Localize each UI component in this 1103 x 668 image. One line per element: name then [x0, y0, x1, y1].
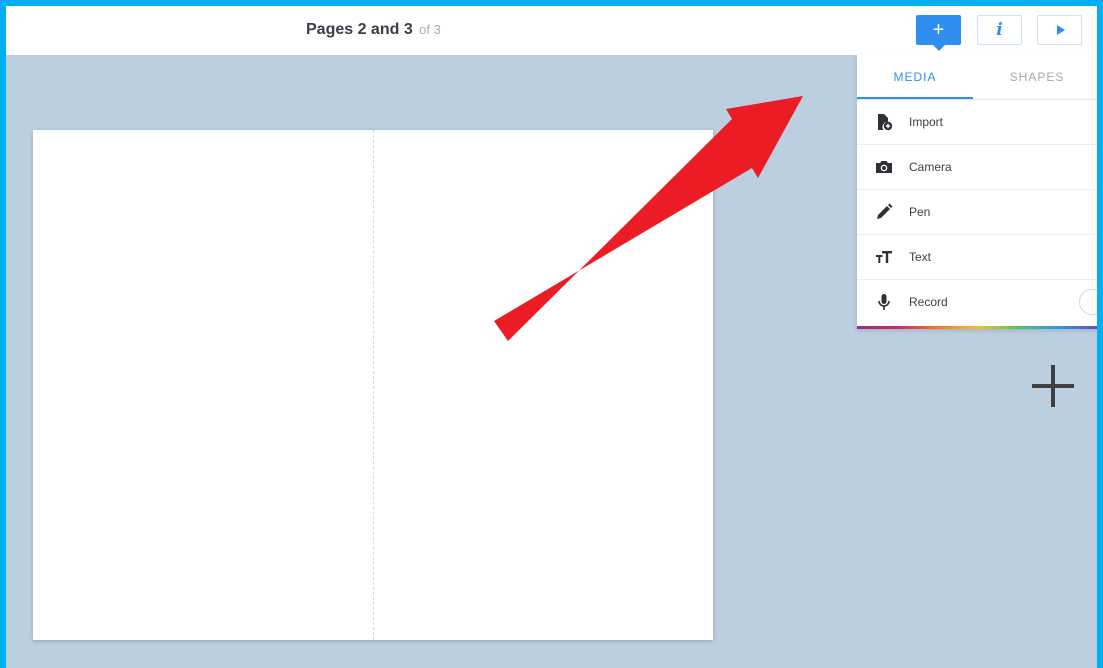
text-size-icon: [874, 247, 894, 267]
panel-color-strip: [857, 326, 1097, 329]
plus-icon: +: [932, 18, 945, 41]
add-button[interactable]: +: [916, 15, 961, 51]
plus-bar-vertical: [1051, 365, 1055, 407]
page-divider: [373, 130, 374, 640]
page-title: Pages 2 and 3 of 3: [306, 21, 441, 39]
page-title-main: Pages 2 and 3: [306, 21, 413, 38]
menu-item-label: Import: [909, 115, 944, 129]
top-bar: Pages 2 and 3 of 3 + i: [6, 6, 1097, 55]
menu-item-record[interactable]: Record: [857, 280, 1097, 325]
menu-item-label: Text: [909, 250, 932, 264]
play-icon: [1056, 25, 1065, 35]
menu-item-label: Camera: [909, 160, 952, 174]
tab-shapes[interactable]: SHAPES: [977, 55, 1097, 99]
tab-media[interactable]: MEDIA: [857, 55, 973, 99]
pen-icon: [874, 202, 894, 222]
info-button[interactable]: i: [977, 15, 1022, 45]
file-import-icon: [874, 112, 894, 132]
menu-item-text[interactable]: Text: [857, 235, 1097, 280]
app-screen: Pages 2 and 3 of 3 + i MEDIA SHAPES Impo…: [6, 6, 1097, 668]
info-icon: i: [996, 20, 1003, 40]
camera-icon: [874, 157, 894, 177]
add-button-caret: [933, 45, 945, 51]
page-spread[interactable]: [33, 130, 713, 640]
panel-tabs: MEDIA SHAPES: [857, 55, 1097, 100]
menu-item-camera[interactable]: Camera: [857, 145, 1097, 190]
menu-item-import[interactable]: Import: [857, 100, 1097, 145]
add-media-panel: MEDIA SHAPES Import Camera Pen Text Reco…: [857, 55, 1097, 329]
page-count: of 3: [419, 22, 441, 37]
menu-item-label: Pen: [909, 205, 931, 219]
microphone-icon: [874, 292, 894, 312]
play-button[interactable]: [1037, 15, 1082, 45]
menu-item-label: Record: [909, 295, 948, 309]
screenshot-frame: Pages 2 and 3 of 3 + i MEDIA SHAPES Impo…: [0, 0, 1103, 668]
add-page-plus-icon[interactable]: [1032, 365, 1074, 407]
record-toggle[interactable]: [1079, 289, 1097, 315]
menu-item-pen[interactable]: Pen: [857, 190, 1097, 235]
